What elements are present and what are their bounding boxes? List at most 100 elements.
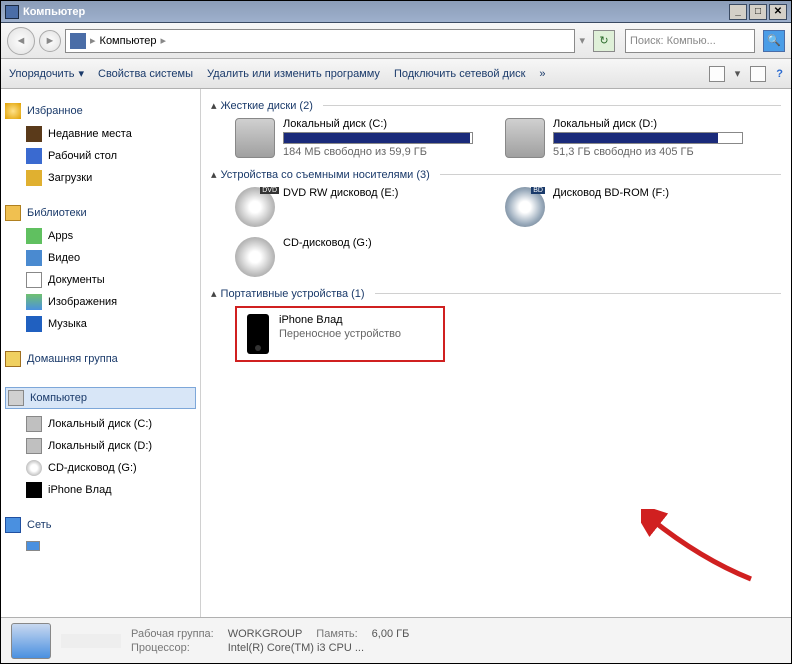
memory-value: 6,00 ГБ: [372, 628, 410, 640]
computer-icon: [8, 390, 24, 406]
status-bar: Рабочая группа: WORKGROUP Память: 6,00 Г…: [1, 617, 791, 663]
chevron-right-icon: ▸: [90, 34, 96, 47]
hdd-icon: [235, 118, 275, 158]
organize-menu[interactable]: Упорядочить ▾: [9, 67, 84, 80]
collapse-icon: ▴: [211, 99, 217, 112]
document-icon: [26, 272, 42, 288]
network-icon: [5, 517, 21, 533]
sidebar-item-network-pc[interactable]: [5, 537, 196, 555]
desktop-icon: [26, 148, 42, 164]
sidebar-item-iphone[interactable]: iPhone Влад: [5, 479, 196, 501]
address-bar[interactable]: ▸ Компьютер ▸: [65, 29, 575, 53]
dvd-icon: [235, 187, 275, 227]
sidebar-item-local-disk-d[interactable]: Локальный диск (D:): [5, 435, 196, 457]
sidebar-item-downloads[interactable]: Загрузки: [5, 167, 196, 189]
sidebar-item-pictures[interactable]: Изображения: [5, 291, 196, 313]
sidebar-favorites-header[interactable]: Избранное: [5, 103, 196, 119]
help-icon[interactable]: ?: [776, 68, 783, 80]
sidebar-item-videos[interactable]: Видео: [5, 247, 196, 269]
libraries-icon: [5, 205, 21, 221]
cpu-value: Intel(R) Core(TM) i3 CPU ...: [228, 642, 410, 654]
usage-bar: [553, 132, 743, 144]
navbar: ◄ ► ▸ Компьютер ▸ ▾ ↻ Поиск: Компью... 🔍: [1, 23, 791, 59]
workgroup-value: WORKGROUP: [228, 628, 303, 640]
main-panel: ▴ Жесткие диски (2) Локальный диск (C:) …: [201, 89, 791, 617]
sidebar-network-header[interactable]: Сеть: [5, 517, 196, 533]
chevron-down-icon[interactable]: ▾: [735, 67, 741, 80]
uninstall-programs-button[interactable]: Удалить или изменить программу: [207, 68, 380, 80]
sidebar-item-cd-drive[interactable]: CD-дисковод (G:): [5, 457, 196, 479]
collapse-icon: ▴: [211, 168, 217, 181]
sidebar-item-recent[interactable]: Недавние места: [5, 123, 196, 145]
music-icon: [26, 316, 42, 332]
device-name: iPhone Влад: [279, 314, 401, 326]
recent-icon: [26, 126, 42, 142]
preview-pane-icon[interactable]: [750, 66, 766, 82]
drive-free-text: 51,3 ГБ свободно из 405 ГБ: [553, 146, 743, 158]
refresh-button[interactable]: ↻: [593, 30, 615, 52]
minimize-button[interactable]: _: [729, 4, 747, 20]
drive-cd[interactable]: CD-дисковод (G:): [235, 237, 485, 277]
search-input[interactable]: Поиск: Компью...: [625, 29, 755, 53]
memory-label: Память:: [316, 628, 357, 640]
collapse-icon: ▴: [211, 287, 217, 300]
sidebar-item-apps[interactable]: Apps: [5, 225, 196, 247]
sidebar-libraries-header[interactable]: Библиотеки: [5, 205, 196, 221]
drive-name: Локальный диск (D:): [553, 118, 743, 130]
hdd-icon: [26, 438, 42, 454]
cpu-label: Процессор:: [131, 642, 214, 654]
sidebar-computer-header[interactable]: Компьютер: [5, 387, 196, 409]
portable-device-iphone[interactable]: iPhone Влад Переносное устройство: [235, 306, 445, 362]
drive-name: CD-дисковод (G:): [283, 237, 372, 249]
explorer-window: Компьютер _ □ ✕ ◄ ► ▸ Компьютер ▸ ▾ ↻ По…: [0, 0, 792, 664]
body: Избранное Недавние места Рабочий стол За…: [1, 89, 791, 617]
sidebar-item-music[interactable]: Музыка: [5, 313, 196, 335]
video-icon: [26, 250, 42, 266]
homegroup-icon: [5, 351, 21, 367]
display-icon: [26, 541, 40, 551]
downloads-icon: [26, 170, 42, 186]
titlebar: Компьютер _ □ ✕: [1, 1, 791, 23]
system-properties-button[interactable]: Свойства системы: [98, 68, 193, 80]
group-removable-header[interactable]: ▴ Устройства со съемными носителями (3): [211, 168, 781, 181]
back-button[interactable]: ◄: [7, 27, 35, 55]
drive-dvd[interactable]: DVD RW дисковод (E:): [235, 187, 485, 227]
close-button[interactable]: ✕: [769, 4, 787, 20]
drive-local-c[interactable]: Локальный диск (C:) 184 МБ свободно из 5…: [235, 118, 485, 158]
maximize-button[interactable]: □: [749, 4, 767, 20]
drive-free-text: 184 МБ свободно из 59,9 ГБ: [283, 146, 473, 158]
star-icon: [5, 103, 21, 119]
search-button[interactable]: 🔍: [763, 30, 785, 52]
drive-bdrom[interactable]: Дисковод BD-ROM (F:): [505, 187, 755, 227]
usage-fill: [284, 133, 470, 143]
forward-button[interactable]: ►: [39, 30, 61, 52]
bluray-icon: [505, 187, 545, 227]
computer-icon: [11, 623, 51, 659]
hdd-icon: [26, 416, 42, 432]
workgroup-label: Рабочая группа:: [131, 628, 214, 640]
computer-icon: [5, 5, 19, 19]
sidebar-item-desktop[interactable]: Рабочий стол: [5, 145, 196, 167]
toolbar-overflow[interactable]: »: [539, 68, 545, 80]
dropdown-arrow-icon[interactable]: ▾: [579, 34, 585, 47]
chevron-down-icon: ▾: [78, 67, 84, 80]
sidebar-homegroup-header[interactable]: Домашняя группа: [5, 351, 196, 367]
sidebar-item-local-disk-c[interactable]: Локальный диск (C:): [5, 413, 196, 435]
usage-bar: [283, 132, 473, 144]
computer-icon: [70, 33, 86, 49]
drive-name: Локальный диск (C:): [283, 118, 473, 130]
drive-name: Дисковод BD-ROM (F:): [553, 187, 669, 199]
group-hdd-header[interactable]: ▴ Жесткие диски (2): [211, 99, 781, 112]
sidebar-item-documents[interactable]: Документы: [5, 269, 196, 291]
hdd-icon: [505, 118, 545, 158]
apps-icon: [26, 228, 42, 244]
usage-fill: [554, 133, 718, 143]
group-portable-header[interactable]: ▴ Портативные устройства (1): [211, 287, 781, 300]
phone-icon: [247, 314, 269, 354]
map-network-drive-button[interactable]: Подключить сетевой диск: [394, 68, 525, 80]
annotation-arrow-icon: [641, 509, 761, 589]
address-segment[interactable]: Компьютер: [100, 35, 157, 47]
image-icon: [26, 294, 42, 310]
drive-local-d[interactable]: Локальный диск (D:) 51,3 ГБ свободно из …: [505, 118, 755, 158]
view-options-icon[interactable]: [709, 66, 725, 82]
